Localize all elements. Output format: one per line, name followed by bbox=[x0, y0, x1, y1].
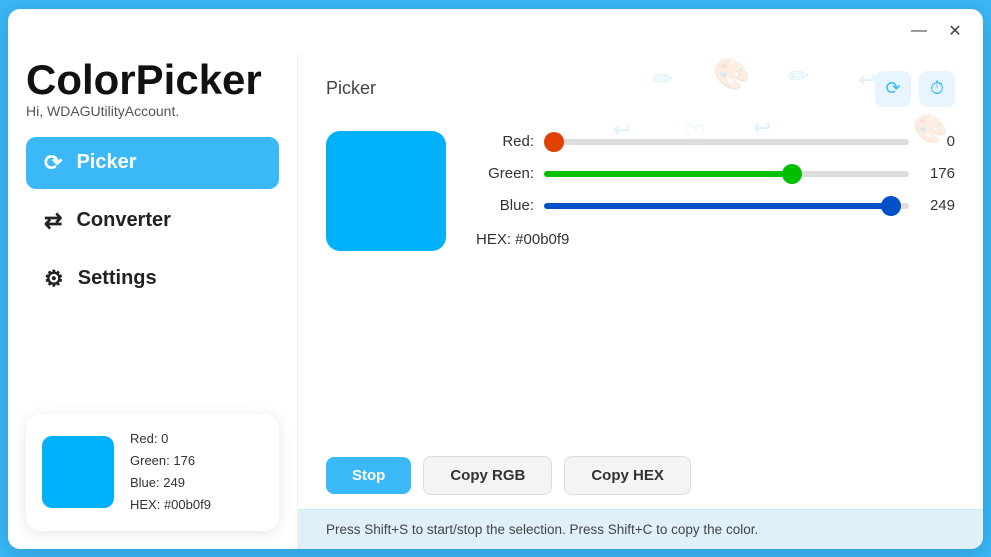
hex-row: HEX: #00b0f9 bbox=[476, 231, 955, 248]
green-slider-wrapper bbox=[544, 163, 909, 185]
red-slider-wrapper bbox=[544, 131, 909, 153]
blue-slider-wrapper bbox=[544, 195, 909, 217]
picker-area: Red: 0 Green: 176 bbox=[298, 115, 983, 446]
card-hex: HEX: #00b0f9 bbox=[130, 494, 211, 516]
picker-action-btn-1[interactable]: ⟳ bbox=[875, 71, 911, 107]
picker-action-btn-2[interactable]: ⏱ bbox=[919, 71, 955, 107]
color-swatch-small bbox=[42, 436, 114, 508]
blue-slider[interactable] bbox=[544, 203, 909, 209]
sidebar-item-settings[interactable]: ⚙ Settings bbox=[26, 253, 279, 305]
settings-label: Settings bbox=[78, 267, 157, 290]
btn-row: Stop Copy RGB Copy HEX bbox=[298, 446, 983, 509]
green-slider-row: Green: 176 bbox=[476, 163, 955, 185]
converter-label: Converter bbox=[76, 209, 170, 232]
app-greeting: Hi, WDAGUtilityAccount. bbox=[26, 103, 279, 119]
title-bar: ✏ 🎨 ✏ ↩ ↩ ♡ ↩ 🎨 — ✕ bbox=[8, 9, 983, 53]
blue-slider-row: Blue: 249 bbox=[476, 195, 955, 217]
red-label: Red: bbox=[476, 133, 534, 150]
color-swatch-large bbox=[326, 131, 446, 251]
picker-label: Picker bbox=[76, 151, 136, 174]
section-title: Picker bbox=[326, 78, 376, 99]
copy-rgb-button[interactable]: Copy RGB bbox=[423, 456, 552, 495]
minimize-button[interactable]: — bbox=[905, 17, 933, 45]
status-message: Press Shift+S to start/stop the selectio… bbox=[326, 522, 758, 537]
green-slider[interactable] bbox=[544, 171, 909, 177]
green-label: Green: bbox=[476, 165, 534, 182]
content-area: Picker ⟳ ⏱ Red: 0 bbox=[298, 53, 983, 549]
main-content: ColorPicker Hi, WDAGUtilityAccount. ⟳ Pi… bbox=[8, 53, 983, 549]
card-green: Green: 176 bbox=[130, 450, 211, 472]
status-bar: Press Shift+S to start/stop the selectio… bbox=[298, 509, 983, 549]
red-slider[interactable] bbox=[544, 139, 909, 145]
close-button[interactable]: ✕ bbox=[941, 17, 969, 45]
green-value: 176 bbox=[919, 165, 955, 182]
color-info: Red: 0 Green: 176 Blue: 249 HEX: #00b0f9 bbox=[130, 428, 211, 516]
blue-value: 249 bbox=[919, 197, 955, 214]
red-value: 0 bbox=[919, 133, 955, 150]
card-red: Red: 0 bbox=[130, 428, 211, 450]
hex-value: HEX: #00b0f9 bbox=[476, 231, 569, 248]
stop-button[interactable]: Stop bbox=[326, 457, 411, 494]
card-blue: Blue: 249 bbox=[130, 472, 211, 494]
sliders-area: Red: 0 Green: 176 bbox=[476, 131, 955, 248]
blue-label: Blue: bbox=[476, 197, 534, 214]
copy-hex-button[interactable]: Copy HEX bbox=[564, 456, 691, 495]
sidebar-item-converter[interactable]: ⇄ Converter bbox=[26, 195, 279, 247]
sidebar-item-picker[interactable]: ⟳ Picker bbox=[26, 137, 279, 189]
picker-icon: ⟳ bbox=[44, 150, 62, 176]
app-title: ColorPicker bbox=[26, 57, 279, 103]
settings-icon: ⚙ bbox=[44, 266, 64, 292]
content-header: Picker ⟳ ⏱ bbox=[298, 53, 983, 115]
sidebar: ColorPicker Hi, WDAGUtilityAccount. ⟳ Pi… bbox=[8, 53, 298, 549]
color-preview-card: Red: 0 Green: 176 Blue: 249 HEX: #00b0f9 bbox=[26, 414, 279, 530]
header-icons: ⟳ ⏱ bbox=[875, 71, 955, 107]
red-slider-row: Red: 0 bbox=[476, 131, 955, 153]
converter-icon: ⇄ bbox=[44, 208, 62, 234]
